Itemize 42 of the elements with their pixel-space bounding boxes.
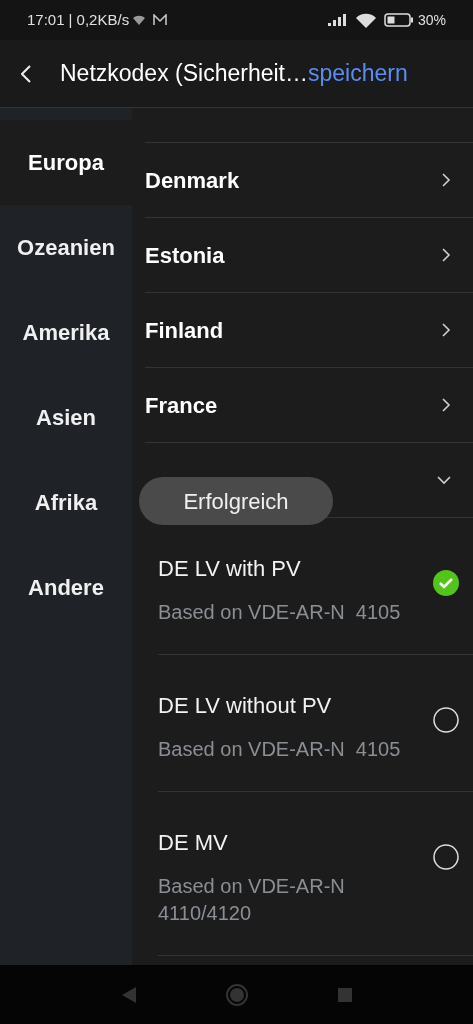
radio-button[interactable]	[433, 707, 459, 733]
country-name: France	[145, 391, 218, 420]
country-name: Denmark	[145, 166, 240, 195]
chevron-down-icon	[437, 475, 451, 485]
battery-icon	[383, 13, 414, 27]
country-row[interactable]: Denmark	[145, 143, 473, 218]
option-description: Based on VDE-AR-N 4105	[158, 737, 402, 762]
country-name: Estonia	[145, 241, 225, 270]
region-tab[interactable]: Europa	[0, 120, 132, 205]
radio-button[interactable]	[433, 844, 459, 870]
network-speed: | 0,2KB/s	[68, 9, 130, 30]
wifi-icon	[355, 12, 376, 28]
region-tab[interactable]: Amerika	[0, 290, 132, 375]
region-tab[interactable]: Andere	[0, 545, 132, 630]
country-row[interactable]: Finland	[145, 293, 473, 368]
signal-icon	[327, 14, 348, 26]
option-title: DE MV	[158, 829, 229, 857]
chevron-right-icon	[442, 248, 451, 262]
save-link[interactable]: speichern	[308, 56, 408, 91]
region-tab[interactable]: Afrika	[0, 460, 132, 545]
wifi-icon	[133, 15, 146, 25]
region-tab[interactable]: Asien	[0, 375, 132, 460]
grid-code-option[interactable]: DE MV Based on VDE-AR-N 4110/4120	[158, 792, 473, 956]
clock: 17:01	[27, 9, 65, 30]
grid-code-option[interactable]: DE LV without PV Based on VDE-AR-N 4105	[158, 655, 473, 792]
country-row[interactable]: Estonia	[145, 218, 473, 293]
region-tab[interactable]: Ozeanien	[0, 205, 132, 290]
option-description: Based on VDE-AR-N 4105	[158, 600, 402, 625]
toast: Erfolgreich	[139, 477, 333, 525]
checkmark-icon[interactable]	[433, 570, 459, 596]
page-title: Netzkodex (Sicherheit…	[60, 59, 308, 89]
battery-percent: 30%	[417, 10, 446, 30]
option-description: Based on VDE-AR-N 4110/4120	[158, 874, 346, 926]
country-row[interactable]: France	[145, 368, 473, 443]
chevron-right-icon	[442, 173, 451, 187]
chevron-right-icon	[442, 398, 451, 412]
option-title: DE LV without PV	[158, 692, 333, 720]
option-title: DE LV with PV	[158, 555, 302, 583]
back-icon	[21, 64, 31, 83]
country-name: Finland	[145, 316, 224, 345]
chevron-right-icon	[442, 323, 451, 337]
mail-icon	[153, 14, 168, 26]
